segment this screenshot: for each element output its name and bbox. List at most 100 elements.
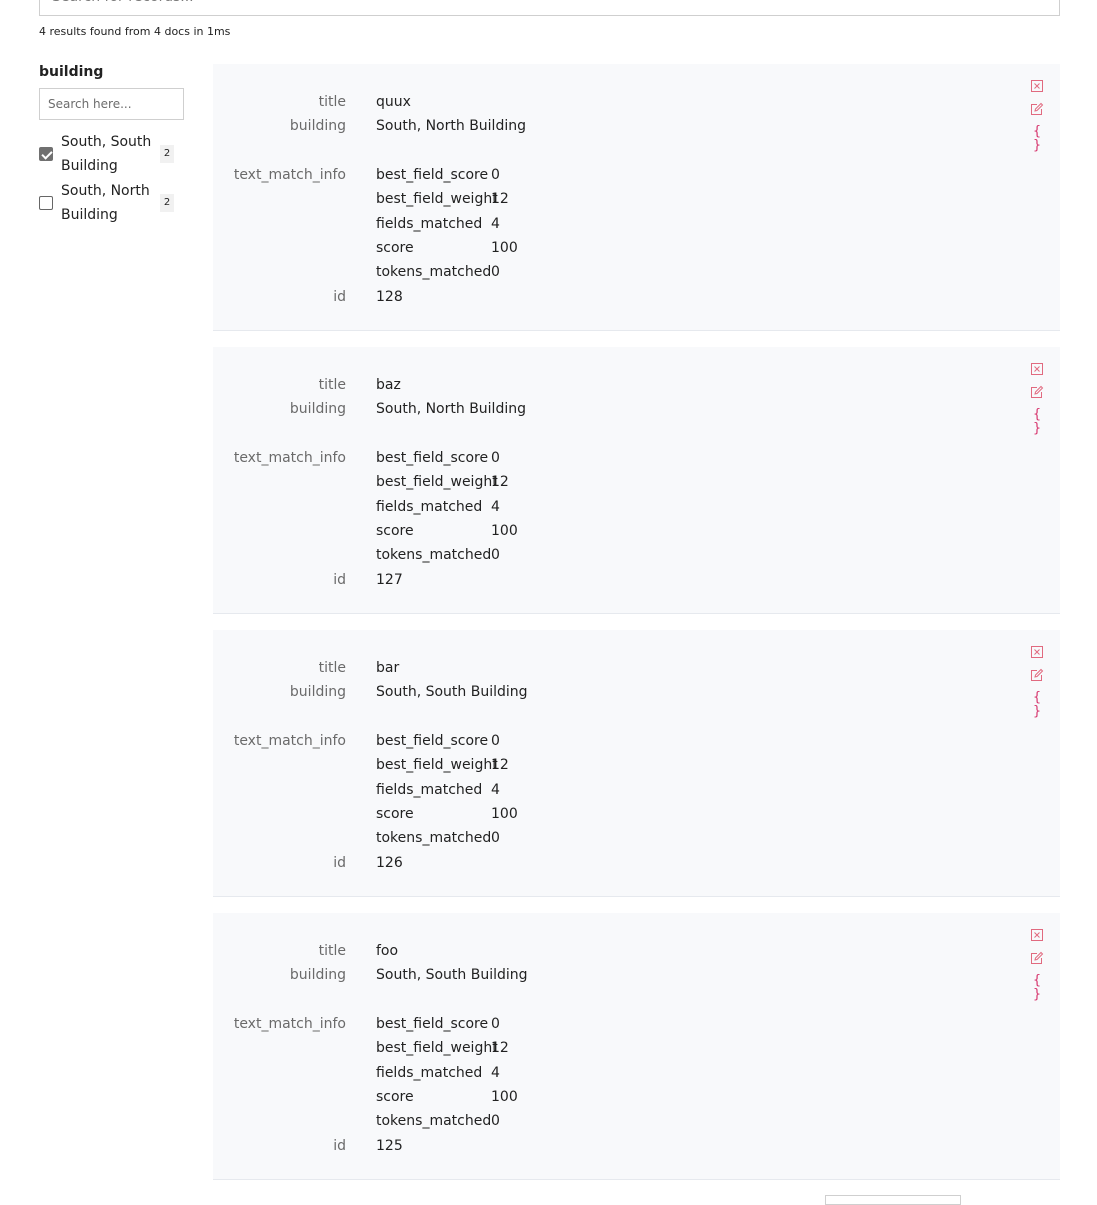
sub-label-score: score [376,1089,414,1105]
hit-card: title foo building South, South Building… [213,913,1060,1180]
sub-row-score: score 100 [213,1085,1060,1109]
sub-label-fields-matched: fields_matched [376,499,483,515]
field-label-text-match-info: text_match_info [233,167,346,183]
facet-search-input[interactable] [39,88,184,120]
sub-value-tokens-matched: 0 [491,264,500,280]
json-button[interactable]: { } [1029,408,1045,436]
delete-icon [1031,646,1043,658]
field-row-id: id 128 [213,285,1060,309]
pagination[interactable] [825,1195,961,1205]
field-label-building: building [289,967,346,983]
building-facet: building South, South Building 2 South, … [39,64,185,228]
search-bar[interactable] [39,0,1060,16]
edit-button[interactable] [1030,385,1044,399]
sub-label-best-field-score: best_field_score [376,450,489,466]
results-summary: 4 results found from 4 docs in 1ms [39,25,231,38]
delete-button[interactable] [1030,362,1044,376]
field-label-text-match-info: text_match_info [233,450,346,466]
field-value-title: quux [376,94,411,110]
facet-checkbox-south-south-building[interactable] [39,147,53,161]
facet-option-south-north-building[interactable]: South, North Building 2 [39,179,185,227]
sub-label-best-field-weight: best_field_weight [376,474,498,490]
field-label-title: title [318,94,346,110]
field-row-text-match-info: text_match_info best_field_score 0 [213,729,1060,753]
sub-label-score: score [376,240,414,256]
field-row-title: title quux [213,90,1060,114]
sub-label-fields-matched: fields_matched [376,782,483,798]
edit-button[interactable] [1030,102,1044,116]
field-label-title: title [318,943,346,959]
field-row-building: building South, South Building [213,680,1060,704]
sub-row-fields-matched: fields_matched 4 [213,778,1060,802]
field-row-building: building South, North Building [213,397,1060,421]
field-label-text-match-info: text_match_info [233,733,346,749]
field-label-title: title [318,377,346,393]
braces-icon: { } [1033,407,1041,436]
json-button[interactable]: { } [1029,125,1045,153]
hit-card: title quux building South, North Buildin… [213,64,1060,331]
delete-icon [1031,363,1043,375]
sub-label-fields-matched: fields_matched [376,1065,483,1081]
sub-value-best-field-score: 0 [491,167,500,183]
field-row-id: id 126 [213,851,1060,875]
field-value-title: foo [376,943,399,959]
sub-label-best-field-score: best_field_score [376,733,489,749]
sub-value-best-field-weight: 12 [491,1040,509,1056]
delete-icon [1031,929,1043,941]
sub-value-score: 100 [491,806,518,822]
edit-icon [1031,668,1044,681]
field-label-id: id [333,572,346,588]
sub-value-fields-matched: 4 [491,499,500,515]
delete-button[interactable] [1030,928,1044,942]
sub-row-fields-matched: fields_matched 4 [213,1061,1060,1085]
field-value-id: 128 [376,289,403,305]
field-row-id: id 127 [213,568,1060,592]
search-input[interactable] [40,0,1059,15]
json-button[interactable]: { } [1029,691,1045,719]
field-label-text-match-info: text_match_info [233,1016,346,1032]
field-row-building: building South, South Building [213,963,1060,987]
field-value-building: South, South Building [376,684,528,700]
hit-actions: { } [1029,362,1045,436]
field-label-building: building [289,684,346,700]
facet-option-count: 2 [160,194,174,212]
sub-label-fields-matched: fields_matched [376,216,483,232]
field-value-id: 125 [376,1138,403,1154]
facet-option-label: South, South Building [61,134,152,174]
field-row-id: id 125 [213,1134,1060,1158]
sub-value-best-field-weight: 12 [491,474,509,490]
edit-button[interactable] [1030,951,1044,965]
field-value-building: South, North Building [376,118,526,134]
json-button[interactable]: { } [1029,974,1045,1002]
field-value-id: 127 [376,572,403,588]
facet-checkbox-south-north-building[interactable] [39,196,53,210]
braces-icon: { } [1033,973,1041,1002]
edit-button[interactable] [1030,668,1044,682]
sub-label-best-field-weight: best_field_weight [376,1040,498,1056]
facet-option-south-south-building[interactable]: South, South Building 2 [39,130,185,178]
field-value-id: 126 [376,855,403,871]
field-label-building: building [289,401,346,417]
sub-label-tokens-matched: tokens_matched [376,830,492,846]
sub-row-fields-matched: fields_matched 4 [213,212,1060,236]
field-value-title: baz [376,377,401,393]
facet-option-count: 2 [160,145,174,163]
sub-label-score: score [376,523,414,539]
facet-option-label: South, North Building [61,183,150,223]
field-row-text-match-info: text_match_info best_field_score 0 [213,1012,1060,1036]
sub-value-best-field-score: 0 [491,733,500,749]
field-row-text-match-info: text_match_info best_field_score 0 [213,446,1060,470]
delete-button[interactable] [1030,645,1044,659]
sub-row-best-field-weight: best_field_weight 12 [213,470,1060,494]
sub-value-fields-matched: 4 [491,782,500,798]
sub-label-best-field-weight: best_field_weight [376,191,498,207]
hit-actions: { } [1029,79,1045,153]
field-row-title: title bar [213,656,1060,680]
field-value-title: bar [376,660,400,676]
field-row-title: title foo [213,939,1060,963]
field-value-building: South, South Building [376,967,528,983]
sub-value-tokens-matched: 0 [491,547,500,563]
sub-label-best-field-score: best_field_score [376,167,489,183]
delete-button[interactable] [1030,79,1044,93]
facet-title: building [39,64,104,80]
